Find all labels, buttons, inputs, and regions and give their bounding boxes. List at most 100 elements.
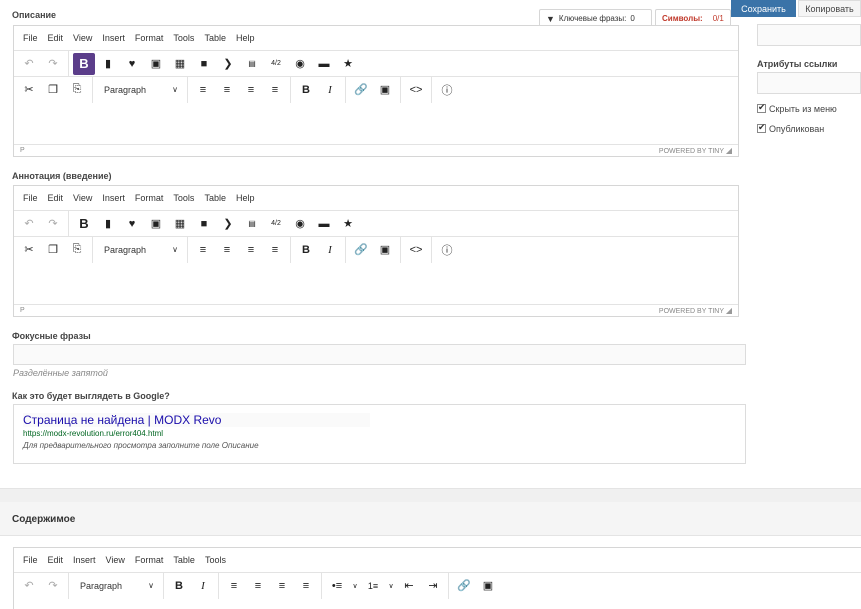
menu-table[interactable]: Table	[204, 33, 226, 43]
align-right-icon[interactable]: ≡	[240, 79, 262, 101]
menu-format[interactable]: Format	[135, 193, 164, 203]
align-justify-icon[interactable]: ≡	[295, 575, 317, 597]
element-path[interactable]: P	[20, 147, 25, 154]
insert-image-icon[interactable]: ▣	[374, 79, 396, 101]
menu-file[interactable]: File	[23, 193, 38, 203]
star-icon[interactable]: ★	[337, 213, 359, 235]
menu-help[interactable]: Help	[236, 33, 255, 43]
paste-icon[interactable]: ⎘	[66, 79, 88, 101]
menu-view[interactable]: View	[73, 33, 92, 43]
help-icon[interactable]: ⓘ	[436, 79, 458, 101]
outdent-icon[interactable]: ⇤	[398, 575, 420, 597]
content-editor[interactable]: File Edit Insert View Format Table Tools…	[13, 547, 861, 609]
align-left-icon[interactable]: ≡	[192, 79, 214, 101]
redo-icon[interactable]: ↷	[42, 53, 64, 75]
columns-icon[interactable]: ▤	[241, 53, 263, 75]
cut-icon[interactable]: ✂	[18, 79, 40, 101]
menu-edit[interactable]: Edit	[48, 193, 64, 203]
block-format-select[interactable]: Paragraph ∨	[96, 239, 184, 261]
align-left-icon[interactable]: ≡	[223, 575, 245, 597]
block-format-select[interactable]: Paragraph ∨	[96, 79, 184, 101]
resize-handle-icon[interactable]: ◢	[726, 146, 732, 155]
italic-icon[interactable]: I	[192, 575, 214, 597]
numbered-list-icon[interactable]: 1≡	[362, 575, 384, 597]
save-button[interactable]: Сохранить	[731, 0, 796, 17]
resize-handle-icon[interactable]: ◢	[726, 306, 732, 315]
sidebar-top-field[interactable]	[757, 24, 861, 46]
undo-icon[interactable]: ↶	[18, 575, 40, 597]
link-attrs-input[interactable]	[757, 72, 861, 94]
heart-icon[interactable]: ♥	[121, 53, 143, 75]
menu-file[interactable]: File	[23, 555, 38, 565]
menu-tools[interactable]: Tools	[173, 33, 194, 43]
description-editor[interactable]: File Edit View Insert Format Tools Table…	[13, 25, 739, 157]
image-icon[interactable]: ▣	[145, 53, 167, 75]
annotation-editor[interactable]: File Edit View Insert Format Tools Table…	[13, 185, 739, 317]
menu-format[interactable]: Format	[135, 555, 164, 565]
ratio-icon[interactable]: 4/2	[265, 53, 287, 75]
menu-help[interactable]: Help	[236, 193, 255, 203]
italic-icon[interactable]: I	[319, 239, 341, 261]
align-right-icon[interactable]: ≡	[271, 575, 293, 597]
powered-by[interactable]: POWERED BY TINY	[659, 148, 724, 155]
insert-image-icon[interactable]: ▣	[374, 239, 396, 261]
code-icon[interactable]: <>	[405, 79, 427, 101]
table-icon[interactable]: ▦	[169, 213, 191, 235]
table-icon[interactable]: ▦	[169, 53, 191, 75]
alert-icon[interactable]: ◉	[289, 53, 311, 75]
columns-icon[interactable]: ▤	[241, 213, 263, 235]
panel-icon[interactable]: ▬	[313, 213, 335, 235]
menu-insert[interactable]: Insert	[102, 193, 125, 203]
menu-edit[interactable]: Edit	[48, 555, 64, 565]
bold-icon[interactable]: B	[295, 79, 317, 101]
bold-icon[interactable]: B	[168, 575, 190, 597]
menu-insert[interactable]: Insert	[102, 33, 125, 43]
help-icon[interactable]: ⓘ	[436, 239, 458, 261]
block-format-select[interactable]: Paragraph ∨	[72, 575, 160, 597]
align-left-icon[interactable]: ≡	[192, 239, 214, 261]
chevron-down-icon[interactable]: ∨	[350, 575, 360, 597]
link-icon[interactable]: 🔗	[350, 79, 372, 101]
star-icon[interactable]: ★	[337, 53, 359, 75]
copy-icon[interactable]: ❐	[42, 79, 64, 101]
hide-menu-checkbox[interactable]: Скрыть из меню	[757, 102, 837, 114]
menu-edit[interactable]: Edit	[48, 33, 64, 43]
element-path[interactable]: P	[20, 307, 25, 314]
comment-icon[interactable]: ▮	[97, 53, 119, 75]
panel-icon[interactable]: ▬	[313, 53, 335, 75]
quote-icon[interactable]: ❯	[217, 213, 239, 235]
powered-by[interactable]: POWERED BY TINY	[659, 308, 724, 315]
heart-icon[interactable]: ♥	[121, 213, 143, 235]
menu-view[interactable]: View	[73, 193, 92, 203]
indent-icon[interactable]: ⇥	[422, 575, 444, 597]
comment-icon[interactable]: ▮	[97, 213, 119, 235]
undo-icon[interactable]: ↶	[18, 53, 40, 75]
menu-tools[interactable]: Tools	[173, 193, 194, 203]
menu-format[interactable]: Format	[135, 33, 164, 43]
block-icon[interactable]: ■	[193, 213, 215, 235]
menu-insert[interactable]: Insert	[73, 555, 96, 565]
bold-icon[interactable]: B	[295, 239, 317, 261]
italic-icon[interactable]: I	[319, 79, 341, 101]
insert-image-icon[interactable]: ▣	[477, 575, 499, 597]
bold-block-icon[interactable]: B	[73, 52, 95, 75]
image-icon[interactable]: ▣	[145, 213, 167, 235]
paste-icon[interactable]: ⎘	[66, 239, 88, 261]
copy-button[interactable]: Копировать	[798, 0, 861, 17]
published-checkbox[interactable]: Опубликован	[757, 122, 824, 134]
code-icon[interactable]: <>	[405, 239, 427, 261]
chevron-down-icon[interactable]: ∨	[386, 575, 396, 597]
menu-table[interactable]: Table	[204, 193, 226, 203]
alert-icon[interactable]: ◉	[289, 213, 311, 235]
align-center-icon[interactable]: ≡	[216, 239, 238, 261]
align-justify-icon[interactable]: ≡	[264, 79, 286, 101]
menu-view[interactable]: View	[106, 555, 125, 565]
quote-icon[interactable]: ❯	[217, 53, 239, 75]
align-justify-icon[interactable]: ≡	[264, 239, 286, 261]
align-center-icon[interactable]: ≡	[247, 575, 269, 597]
ratio-icon[interactable]: 4/2	[265, 213, 287, 235]
copy-icon[interactable]: ❐	[42, 239, 64, 261]
link-icon[interactable]: 🔗	[350, 239, 372, 261]
redo-icon[interactable]: ↷	[42, 575, 64, 597]
focus-phrases-input[interactable]	[13, 344, 746, 365]
